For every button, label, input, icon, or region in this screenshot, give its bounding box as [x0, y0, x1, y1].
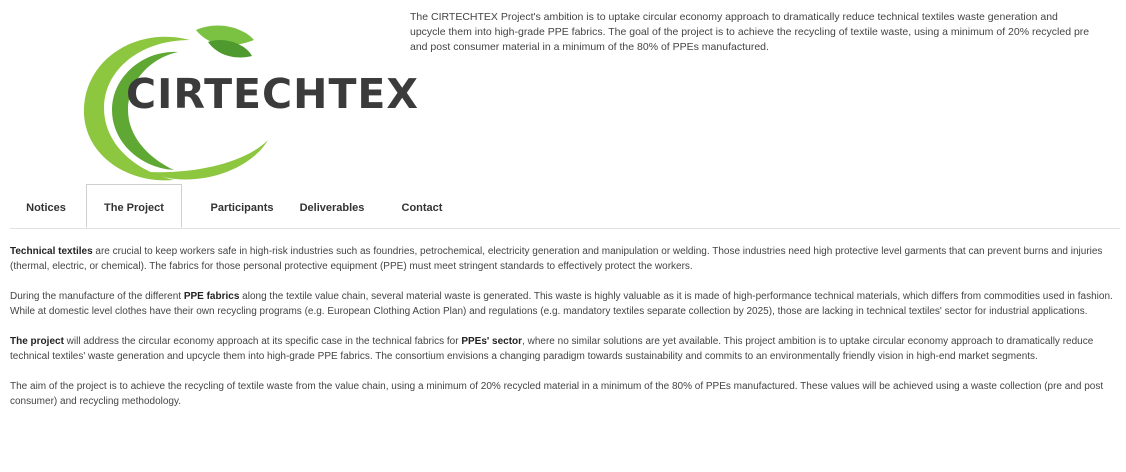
tab-the-project[interactable]: The Project: [86, 184, 182, 228]
tab-bar: Notices The Project Participants Deliver…: [10, 184, 1120, 229]
paragraph-aim: The aim of the project is to achieve the…: [10, 379, 1120, 409]
bold-ppe-fabrics: PPE fabrics: [183, 291, 240, 302]
bold-technical-textiles: Technical textiles: [10, 246, 93, 257]
tab-notices[interactable]: Notices: [10, 184, 82, 227]
paragraph-text: will address the circular economy approa…: [63, 336, 462, 347]
paragraph-text: The aim of the project is to achieve the…: [10, 381, 1104, 407]
tab-participants[interactable]: Participants: [190, 184, 294, 227]
project-intro: The CIRTECHTEX Project's ambition is to …: [410, 11, 1090, 53]
logo-wordmark: CIRTECHTEX: [126, 70, 420, 118]
paragraph-the-project: The project will address the circular ec…: [10, 334, 1120, 364]
tab-contact[interactable]: Contact: [386, 184, 458, 227]
paragraph-text: are crucial to keep workers safe in high…: [10, 246, 1103, 272]
paragraph-text: During the manufacture of the different: [10, 291, 184, 302]
bold-ppes-sector: PPEs' sector: [461, 336, 523, 347]
tab-deliverables[interactable]: Deliverables: [294, 184, 370, 227]
paragraph-ppe-fabrics: During the manufacture of the different …: [10, 289, 1120, 319]
bold-the-project: The project: [10, 336, 64, 347]
cirtechtex-logo[interactable]: CIRTECHTEX: [78, 22, 418, 182]
tab-content: Technical textiles are crucial to keep w…: [10, 244, 1120, 424]
paragraph-technical-textiles: Technical textiles are crucial to keep w…: [10, 244, 1120, 274]
